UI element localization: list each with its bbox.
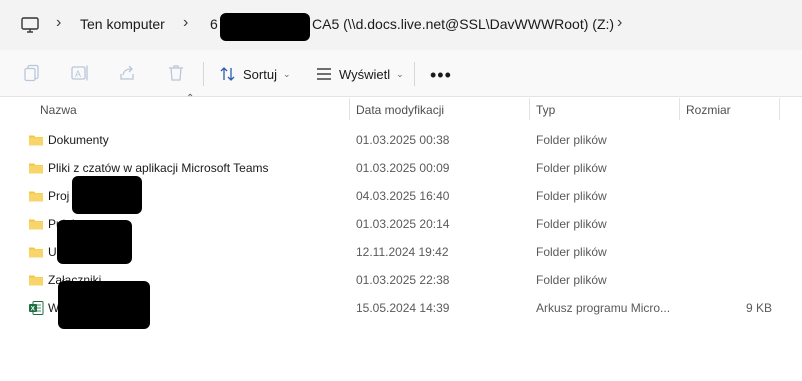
file-date: 01.03.2025 00:09 <box>356 161 450 175</box>
folder-icon <box>29 135 43 146</box>
file-name: Dokumenty <box>48 133 109 147</box>
file-name: U <box>48 245 57 259</box>
view-list-icon <box>317 68 331 80</box>
file-type: Folder plików <box>536 245 607 259</box>
chevron-down-icon: ⌄ <box>396 68 404 79</box>
folder-icon <box>29 275 43 286</box>
file-date: 01.03.2025 00:38 <box>356 133 450 147</box>
column-divider[interactable] <box>529 98 530 120</box>
column-header-size[interactable]: Rozmiar <box>686 103 731 117</box>
command-bar: A Sortuj ⌄ Wyświetl ⌄ ••• <box>0 50 802 97</box>
column-header-name[interactable]: Nazwa <box>40 103 77 117</box>
column-divider[interactable] <box>349 98 350 120</box>
folder-icon <box>29 219 43 230</box>
redaction <box>72 176 142 214</box>
view-label: Wyświetl <box>339 66 391 82</box>
breadcrumb-chevron-icon[interactable]: › <box>183 14 188 32</box>
list-item[interactable]: Dokumenty 01.03.2025 00:38 Folder plików <box>0 126 802 154</box>
folder-icon <box>29 163 43 174</box>
file-type: Folder plików <box>536 217 607 231</box>
file-date: 15.05.2024 14:39 <box>356 301 450 315</box>
file-name: Pliki z czatów w aplikacji Microsoft Tea… <box>48 161 269 175</box>
list-item[interactable]: Proj 04.03.2025 16:40 Folder plików <box>0 176 802 214</box>
redaction <box>220 13 310 41</box>
file-size: 9 KB <box>745 301 772 315</box>
column-header-type[interactable]: Typ <box>536 103 555 117</box>
list-item[interactable]: X W 15.05.2024 14:39 Arkusz programu Mic… <box>0 281 802 329</box>
view-button[interactable]: Wyświetl ⌄ <box>315 62 404 86</box>
svg-text:X: X <box>31 306 36 313</box>
rename-icon[interactable]: A <box>70 63 90 83</box>
file-name: Proj <box>48 189 70 203</box>
breadcrumb-this-pc[interactable]: Ten komputer <box>80 16 165 32</box>
redaction <box>58 281 150 329</box>
file-date: 04.03.2025 16:40 <box>356 189 450 203</box>
share-icon[interactable] <box>118 63 138 83</box>
more-options-icon[interactable]: ••• <box>430 65 452 86</box>
address-bar[interactable]: › Ten komputer › 6 CA5 (\\d.docs.live.ne… <box>0 0 802 50</box>
sort-button[interactable]: Sortuj ⌄ <box>219 62 291 86</box>
folder-icon <box>29 191 43 202</box>
excel-file-icon: X <box>29 301 44 315</box>
file-date: 01.03.2025 20:14 <box>356 217 450 231</box>
column-header-date[interactable]: Data modyfikacji <box>356 103 444 117</box>
sort-ascending-icon: ⌃ <box>186 93 195 104</box>
delete-icon[interactable] <box>166 63 186 83</box>
column-divider[interactable] <box>679 98 680 120</box>
file-date: 12.11.2024 19:42 <box>356 245 449 259</box>
svg-text:A: A <box>75 69 81 79</box>
file-type: Arkusz programu Micro... <box>536 301 671 315</box>
toolbar-divider <box>203 62 204 86</box>
folder-icon <box>29 247 43 258</box>
breadcrumb-drive[interactable]: CA5 (\\d.docs.live.net@SSL\DavWWWRoot) (… <box>312 16 614 32</box>
breadcrumb-chevron-icon[interactable]: › <box>617 14 622 32</box>
column-divider[interactable] <box>779 98 780 120</box>
copy-icon[interactable] <box>22 63 42 83</box>
file-type: Folder plików <box>536 273 607 287</box>
chevron-down-icon: ⌄ <box>282 68 291 79</box>
sort-label: Sortuj <box>243 66 277 82</box>
computer-icon[interactable] <box>20 15 40 35</box>
file-type: Folder plików <box>536 161 607 175</box>
file-type: Folder plików <box>536 189 607 203</box>
toolbar-divider <box>414 62 415 86</box>
file-type: Folder plików <box>536 133 607 147</box>
sort-arrows-icon <box>220 67 235 81</box>
redaction <box>57 220 132 264</box>
file-date: 01.03.2025 22:38 <box>356 273 450 287</box>
list-item[interactable]: U 12.11.2024 19:42 Folder plików <box>0 220 802 266</box>
column-header-row: ⌃ Nazwa Data modyfikacji Typ Rozmiar <box>0 93 802 122</box>
breadcrumb-chevron-icon[interactable]: › <box>56 14 61 32</box>
breadcrumb-drive-start[interactable]: 6 <box>210 16 218 32</box>
